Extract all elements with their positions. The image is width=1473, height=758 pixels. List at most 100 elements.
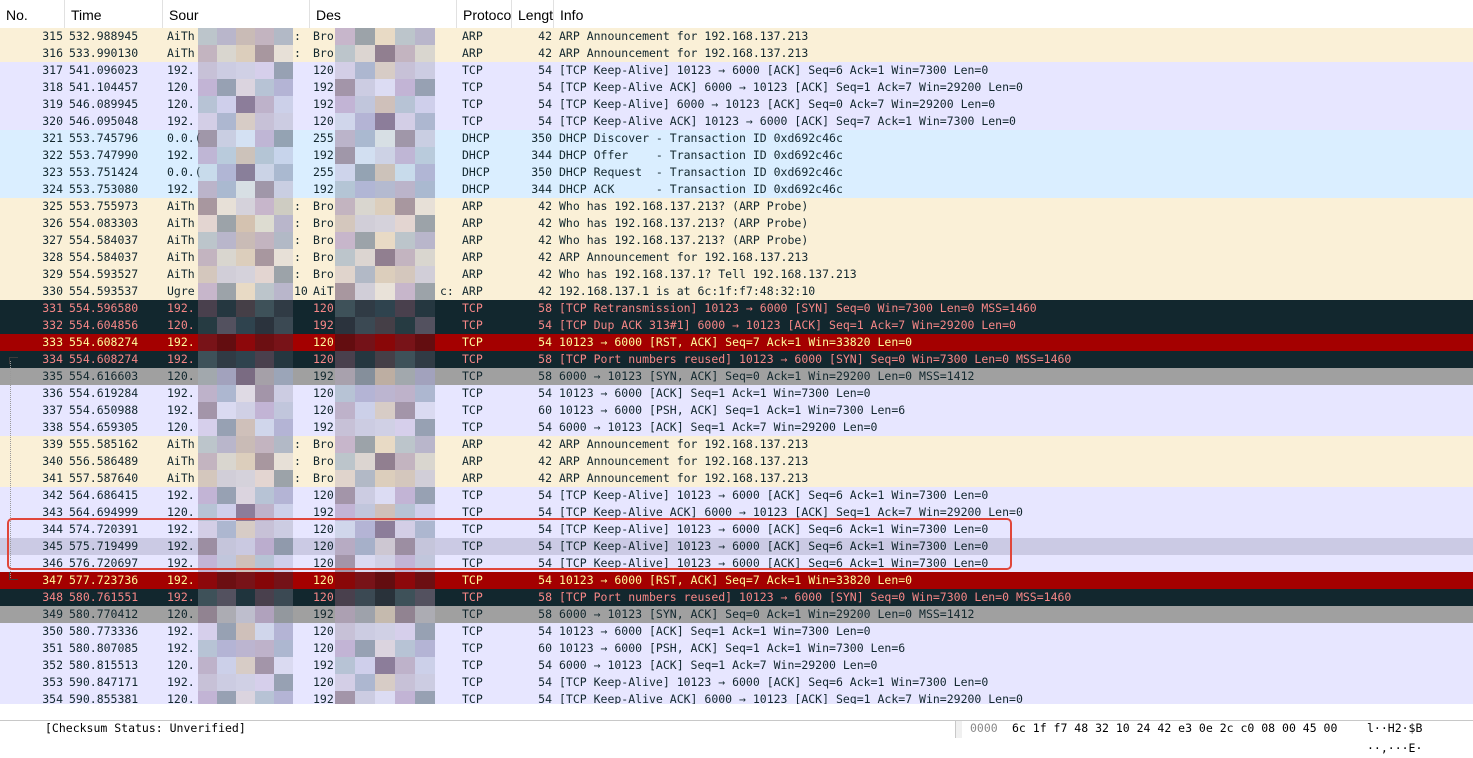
cell-protocol: TCP: [462, 352, 483, 366]
table-row[interactable]: 330 554.593537 Ugre 10 AiT c: ARP 42 192.168.137…: [0, 283, 1473, 300]
cell-time: 564.686415: [69, 488, 139, 502]
cell-time: 556.586489: [69, 454, 139, 468]
table-row[interactable]: 353 590.847171 192. 120 TCP 54 [TCP Keep-Alive…: [0, 674, 1473, 691]
cell-protocol: ARP: [462, 199, 483, 213]
packet-list[interactable]: No. Time Sour Des Protoco Lengt Info 315…: [0, 0, 1473, 720]
column-source[interactable]: Sour: [163, 0, 310, 28]
cell-source-suffix: [294, 623, 310, 640]
cell-no: 351: [42, 641, 63, 655]
table-row[interactable]: 318 541.104457 120. 192 TCP 54 [TCP Keep-Alive…: [0, 79, 1473, 96]
table-row[interactable]: 320 546.095048 192. 120 TCP 54 [TCP Keep-Alive…: [0, 113, 1473, 130]
table-row[interactable]: 336 554.619284 192. 120 TCP 54 10123 → 6000 [A…: [0, 385, 1473, 402]
cell-length: 42: [538, 46, 552, 60]
detail-line[interactable]: [Checksum Status: Unverified]: [45, 718, 246, 738]
cell-info: [TCP Keep-Alive] 10123 → 6000 [ACK] Seq=…: [559, 539, 989, 553]
table-row[interactable]: 322 553.747990 192. 192 DHCP 344 DHCP Offer - …: [0, 147, 1473, 164]
column-destination[interactable]: Des: [310, 0, 457, 28]
cell-protocol: ARP: [462, 29, 483, 43]
table-row[interactable]: 349 580.770412 120. 192 TCP 58 6000 → 10123 [S…: [0, 606, 1473, 623]
table-row[interactable]: 316 533.990130 AiTh: Bro ARP 42 ARP Announceme…: [0, 45, 1473, 62]
cell-length: 58: [538, 590, 552, 604]
cell-info: Who has 192.168.137.1? Tell 192.168.137.…: [559, 267, 857, 281]
table-row[interactable]: 335 554.616603 120. 192 TCP 58 6000 → 10123 [S…: [0, 368, 1473, 385]
redacted-mosaic: [198, 334, 293, 351]
cell-no: 318: [42, 80, 63, 94]
table-row[interactable]: 344 574.720391 192. 120 TCP 54 [TCP Keep-Alive…: [0, 521, 1473, 538]
column-protocol[interactable]: Protoco: [457, 0, 512, 28]
table-row[interactable]: 345 575.719499 192. 120 TCP 54 [TCP Keep-Alive…: [0, 538, 1473, 555]
cell-info: ARP Announcement for 192.168.137.213: [559, 471, 809, 485]
table-row[interactable]: 328 554.584037 AiTh: Bro ARP 42 ARP Announceme…: [0, 249, 1473, 266]
redacted-mosaic: [198, 96, 293, 113]
cell-time: 580.807085: [69, 641, 139, 655]
cell-info: ARP Announcement for 192.168.137.213: [559, 46, 809, 60]
table-row[interactable]: 350 580.773336 192. 120 TCP 54 10123 → 6000 [A…: [0, 623, 1473, 640]
table-row[interactable]: 329 554.593527 AiTh: Bro ARP 42 Who has 192.16…: [0, 266, 1473, 283]
table-row[interactable]: 348 580.761551 192. 120 TCP 58 [TCP Port numbe…: [0, 589, 1473, 606]
table-row[interactable]: 333 554.608274 192. 120 TCP 54 10123 → 6000 [R…: [0, 334, 1473, 351]
redacted-mosaic: [198, 215, 293, 232]
cell-info: 10123 → 6000 [RST, ACK] Seq=7 Ack=1 Win=…: [559, 573, 913, 587]
table-row[interactable]: 346 576.720697 192. 120 TCP 54 [TCP Keep-Alive…: [0, 555, 1473, 572]
bytes-ascii[interactable]: l··H2·$B ··,···E·: [1367, 718, 1473, 758]
cell-time: 580.773336: [69, 624, 139, 638]
cell-length: 350: [531, 131, 552, 145]
cell-length: 60: [538, 403, 552, 417]
table-row[interactable]: 326 554.083303 AiTh: Bro ARP 42 Who has 192.16…: [0, 215, 1473, 232]
table-row[interactable]: 339 555.585162 AiTh: Bro ARP 42 ARP Announceme…: [0, 436, 1473, 453]
redacted-mosaic: [335, 232, 435, 249]
table-row[interactable]: 327 554.584037 AiTh: Bro ARP 42 Who has 192.16…: [0, 232, 1473, 249]
table-row[interactable]: 337 554.650988 192. 120 TCP 60 10123 → 6000 [P…: [0, 402, 1473, 419]
table-row[interactable]: 319 546.089945 120. 192 TCP 54 [TCP Keep-Alive…: [0, 96, 1473, 113]
cell-protocol: TCP: [462, 97, 483, 111]
table-row[interactable]: 352 580.815513 120. 192 TCP 54 6000 → 10123 [A…: [0, 657, 1473, 674]
redacted-mosaic: [335, 640, 435, 657]
column-length[interactable]: Lengt: [512, 0, 554, 28]
cell-length: 54: [538, 522, 552, 536]
cell-no: 331: [42, 301, 63, 315]
cell-source-suffix: [294, 487, 310, 504]
cell-time: 554.083303: [69, 216, 139, 230]
cell-time: 555.585162: [69, 437, 139, 451]
table-row[interactable]: 342 564.686415 192. 120 TCP 54 [TCP Keep-Alive…: [0, 487, 1473, 504]
table-row[interactable]: 323 553.751424 0.0.(255 DHCP 350 DHCP Request…: [0, 164, 1473, 181]
cell-protocol: ARP: [462, 284, 483, 298]
bytes-hex[interactable]: 6c 1f f7 48 32 10 24 42 e3 0e 2c c0 08 0…: [1012, 718, 1337, 738]
redacted-mosaic: [335, 198, 435, 215]
cell-length: 54: [538, 335, 552, 349]
cell-info: ARP Announcement for 192.168.137.213: [559, 29, 809, 43]
column-time[interactable]: Time: [65, 0, 163, 28]
table-row[interactable]: 321 553.745796 0.0.(255 DHCP 350 DHCP Discove…: [0, 130, 1473, 147]
table-row[interactable]: 325 553.755973 AiTh: Bro ARP 42 Who has 192.16…: [0, 198, 1473, 215]
redacted-mosaic: [198, 419, 293, 436]
cell-no: 325: [42, 199, 63, 213]
table-row[interactable]: 347 577.723736 192. 120 TCP 54 10123 → 6000 [R…: [0, 572, 1473, 589]
table-row[interactable]: 351 580.807085 192. 120 TCP 60 10123 → 6000 [P…: [0, 640, 1473, 657]
table-row[interactable]: 338 554.659305 120. 192 TCP 54 6000 → 10123 [A…: [0, 419, 1473, 436]
cell-protocol: TCP: [462, 369, 483, 383]
cell-length: 54: [538, 556, 552, 570]
column-info[interactable]: Info: [554, 0, 1473, 28]
table-row[interactable]: 334 554.608274 192. 120 TCP 58 [TCP Port numbe…: [0, 351, 1473, 368]
table-row[interactable]: 332 554.604856 120. 192 TCP 54 [TCP Dup ACK 31…: [0, 317, 1473, 334]
column-no[interactable]: No.: [0, 0, 65, 28]
table-row[interactable]: 340 556.586489 AiTh: Bro ARP 42 ARP Announceme…: [0, 453, 1473, 470]
packet-bytes-pane[interactable]: 0000 6c 1f f7 48 32 10 24 42 e3 0e 2c c0…: [962, 718, 1473, 755]
redacted-mosaic: [198, 402, 293, 419]
table-row[interactable]: 317 541.096023 192. 120 TCP 54 [TCP Keep-Alive…: [0, 62, 1473, 79]
cell-length: 344: [531, 182, 552, 196]
cell-protocol: TCP: [462, 403, 483, 417]
table-row[interactable]: 324 553.753080 192. 192 DHCP 344 DHCP ACK - Tr…: [0, 181, 1473, 198]
packet-detail-pane[interactable]: [Checksum Status: Unverified]: [0, 721, 956, 738]
cell-info: [TCP Keep-Alive ACK] 10123 → 6000 [ACK] …: [559, 114, 1016, 128]
cell-no: 315: [42, 29, 63, 43]
table-row[interactable]: 331 554.596580 192. 120 TCP 58 [TCP Retransmis…: [0, 300, 1473, 317]
cell-protocol: TCP: [462, 624, 483, 638]
cell-time: 576.720697: [69, 556, 139, 570]
cell-info: [TCP Keep-Alive] 6000 → 10123 [ACK] Seq=…: [559, 97, 996, 111]
table-row[interactable]: 315 532.988945 AiTh: Bro ARP 42 ARP Announceme…: [0, 28, 1473, 45]
redacted-mosaic: [198, 28, 293, 45]
table-row[interactable]: 341 557.587640 AiTh: Bro ARP 42 ARP Announceme…: [0, 470, 1473, 487]
cell-info: [TCP Keep-Alive ACK] 6000 → 10123 [ACK] …: [559, 505, 1023, 519]
table-row[interactable]: 343 564.694999 120. 192 TCP 54 [TCP Keep-Alive…: [0, 504, 1473, 521]
